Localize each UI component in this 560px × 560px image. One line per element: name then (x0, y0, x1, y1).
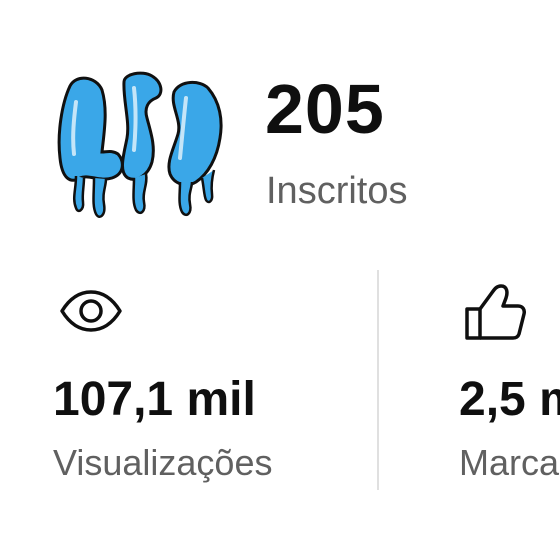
views-count: 107,1 mil (53, 373, 256, 426)
eye-icon (60, 290, 122, 332)
likes-label: Marca (459, 442, 560, 483)
subscriber-count: 205 (265, 70, 385, 148)
stats-divider (377, 270, 379, 490)
channel-stats-screen: 205 Inscritos 107,1 mil Visualizações 2,… (0, 0, 560, 560)
channel-avatar[interactable] (52, 58, 232, 228)
drip-logo-icon (57, 71, 223, 218)
likes-count: 2,5 m (459, 373, 560, 426)
thumbs-up-icon (465, 284, 526, 340)
subscriber-label: Inscritos (266, 170, 408, 212)
views-label: Visualizações (53, 442, 273, 483)
